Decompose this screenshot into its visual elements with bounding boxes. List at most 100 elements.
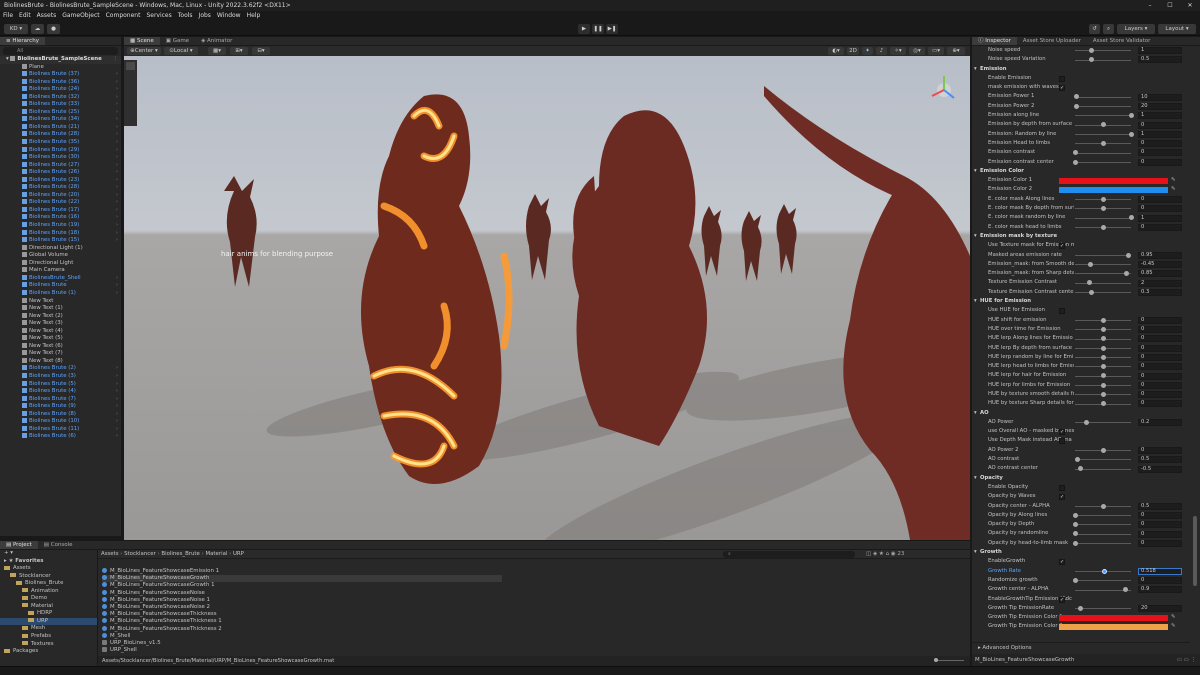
- hierarchy-item[interactable]: Biolines Brute (28) ›: [0, 184, 121, 192]
- hierarchy-item[interactable]: Directional Light (1): [0, 244, 121, 253]
- property-slider[interactable]: [1075, 345, 1131, 351]
- folder-item[interactable]: URP: [0, 617, 97, 626]
- property-value-field[interactable]: 20: [1138, 605, 1182, 612]
- minimize-icon[interactable]: –: [1140, 0, 1160, 11]
- prefab-open-icon[interactable]: ›: [116, 207, 118, 215]
- eyedropper-icon[interactable]: ✎: [1171, 622, 1175, 631]
- slider-handle[interactable]: [1073, 94, 1079, 100]
- folder-item[interactable]: Textures: [0, 641, 97, 649]
- hierarchy-item[interactable]: Biolines Brute (8) ›: [0, 410, 121, 419]
- layout-dropdown[interactable]: Layout ▾: [1158, 24, 1196, 34]
- hierarchy-item[interactable]: Biolines Brute (3) ›: [0, 372, 121, 381]
- hierarchy-item[interactable]: Directional Light: [0, 259, 121, 268]
- breadcrumb-item[interactable]: Biolines_Brute: [161, 551, 200, 557]
- slider-handle[interactable]: [1128, 131, 1134, 137]
- prefab-open-icon[interactable]: ›: [116, 109, 118, 117]
- hierarchy-item[interactable]: New Text (6): [0, 342, 121, 351]
- prefab-open-icon[interactable]: ›: [116, 147, 118, 155]
- property-slider[interactable]: [1075, 336, 1131, 342]
- hierarchy-item[interactable]: Biolines Brute (2) ›: [0, 365, 121, 373]
- property-slider[interactable]: [1075, 140, 1131, 146]
- property-value-field[interactable]: 0.5: [1138, 502, 1182, 510]
- prefab-open-icon[interactable]: ›: [116, 403, 118, 411]
- hierarchy-item[interactable]: Biolines Brute (7) ›: [0, 395, 121, 404]
- prefab-open-icon[interactable]: ›: [116, 237, 118, 245]
- hierarchy-item[interactable]: Biolines Brute (6) ›: [0, 433, 121, 441]
- property-checkbox[interactable]: [1059, 484, 1065, 491]
- asset-item[interactable]: M_BioLines_FeatureShowcaseThickness 1: [102, 618, 502, 625]
- property-slider[interactable]: [1075, 354, 1131, 360]
- property-value-field[interactable]: 0.2: [1138, 419, 1182, 427]
- property-slider[interactable]: [1075, 401, 1131, 407]
- property-value-field[interactable]: 0: [1138, 158, 1182, 166]
- slider-handle[interactable]: [1100, 447, 1106, 453]
- menu-component[interactable]: Component: [106, 11, 141, 21]
- property-slider[interactable]: [1073, 103, 1131, 109]
- property-checkbox[interactable]: ✓: [1059, 429, 1065, 436]
- search-icon[interactable]: ⌕: [1103, 24, 1114, 34]
- scene-viewport[interactable]: hair anims for blending purpose: [124, 56, 970, 540]
- hierarchy-item[interactable]: Biolines Brute (26) ›: [0, 169, 121, 177]
- property-value-field[interactable]: 0: [1138, 344, 1182, 352]
- breadcrumb-item[interactable]: Assets: [101, 551, 119, 557]
- section-foldout[interactable]: ▾ AO: [972, 409, 1190, 418]
- property-value-field[interactable]: 0.85: [1138, 270, 1182, 278]
- property-slider[interactable]: [1075, 568, 1131, 574]
- property-value-field[interactable]: 0: [1138, 530, 1182, 538]
- property-value-field[interactable]: 0.9: [1138, 586, 1182, 594]
- folder-item[interactable]: Assets: [0, 565, 97, 573]
- hierarchy-item[interactable]: Biolines Brute (16) ›: [0, 214, 121, 222]
- hierarchy-item[interactable]: Biolines Brute (18) ›: [0, 229, 121, 238]
- hierarchy-item[interactable]: Biolines Brute (23) ›: [0, 176, 121, 185]
- asset-item[interactable]: M_BioLines_FeatureShowcaseThickness 2: [102, 625, 502, 633]
- asset-item[interactable]: M_BioLines_FeatureShowcaseGrowth 1: [102, 582, 502, 589]
- slider-handle[interactable]: [1100, 401, 1106, 407]
- hierarchy-item[interactable]: Biolines Brute (17) ›: [0, 206, 121, 215]
- prefab-open-icon[interactable]: ›: [116, 124, 118, 132]
- property-checkbox[interactable]: [1059, 75, 1065, 82]
- inspector-preview-bar[interactable]: M_BioLines_FeatureShowcaseGrowth ▭ ▭ ⋮: [972, 654, 1200, 666]
- property-checkbox[interactable]: ✓: [1059, 494, 1065, 501]
- slider-handle[interactable]: [1072, 150, 1078, 156]
- menu-help[interactable]: Help: [247, 11, 261, 21]
- property-value-field[interactable]: 2: [1138, 279, 1182, 287]
- property-slider[interactable]: [1075, 605, 1131, 611]
- menu-assets[interactable]: Assets: [37, 11, 57, 21]
- pivot-dropdown[interactable]: ⊕Center ▾: [127, 47, 161, 55]
- property-checkbox[interactable]: ✓: [1059, 596, 1065, 603]
- cloud-icon[interactable]: ☁: [31, 24, 44, 34]
- property-value-field[interactable]: 0: [1138, 381, 1182, 389]
- snap-icon[interactable]: ⊞▾: [230, 47, 248, 55]
- breadcrumb-item[interactable]: URP: [233, 551, 244, 557]
- slider-handle[interactable]: [1128, 215, 1134, 221]
- slider-handle[interactable]: [1075, 457, 1081, 463]
- prefab-open-icon[interactable]: ›: [116, 388, 118, 396]
- tab-asset-store-uploader[interactable]: Asset Store Uploader: [1017, 37, 1087, 45]
- hierarchy-item[interactable]: Biolines Brute (15) ›: [0, 237, 121, 245]
- property-value-field[interactable]: 0: [1138, 400, 1182, 408]
- breadcrumb-item[interactable]: Stocklancer: [124, 551, 156, 557]
- slider-handle[interactable]: [1072, 512, 1078, 518]
- hierarchy-item[interactable]: Biolines Brute (30) ›: [0, 154, 121, 162]
- folder-item[interactable]: Material: [0, 603, 97, 611]
- hierarchy-item[interactable]: Biolines Brute (25) ›: [0, 108, 121, 117]
- property-value-field[interactable]: -0.45: [1138, 261, 1182, 269]
- slider-handle[interactable]: [1078, 466, 1084, 472]
- hierarchy-item[interactable]: Biolines Brute (34) ›: [0, 116, 121, 124]
- property-value-field[interactable]: 0: [1138, 140, 1182, 148]
- property-slider[interactable]: [1072, 512, 1131, 518]
- tab-inspector[interactable]: ⓘ Inspector: [972, 37, 1017, 45]
- advanced-options-foldout[interactable]: ▸ Advanced Options: [972, 642, 1190, 652]
- property-value-field[interactable]: 1: [1138, 47, 1182, 55]
- hierarchy-item[interactable]: Global Volume: [0, 252, 121, 260]
- property-value-field[interactable]: 1: [1138, 112, 1182, 120]
- hierarchy-item[interactable]: New Text (8): [0, 357, 121, 366]
- hierarchy-item[interactable]: Biolines Brute (32) ›: [0, 93, 121, 102]
- prefab-open-icon[interactable]: ›: [116, 177, 118, 185]
- property-slider[interactable]: [1072, 531, 1131, 537]
- section-foldout[interactable]: ▾ Emission: [972, 65, 1190, 74]
- prefab-open-icon[interactable]: ›: [116, 426, 118, 434]
- property-slider[interactable]: [1075, 206, 1131, 212]
- prefab-open-icon[interactable]: ›: [116, 139, 118, 147]
- folder-item[interactable]: HDRP: [0, 610, 97, 618]
